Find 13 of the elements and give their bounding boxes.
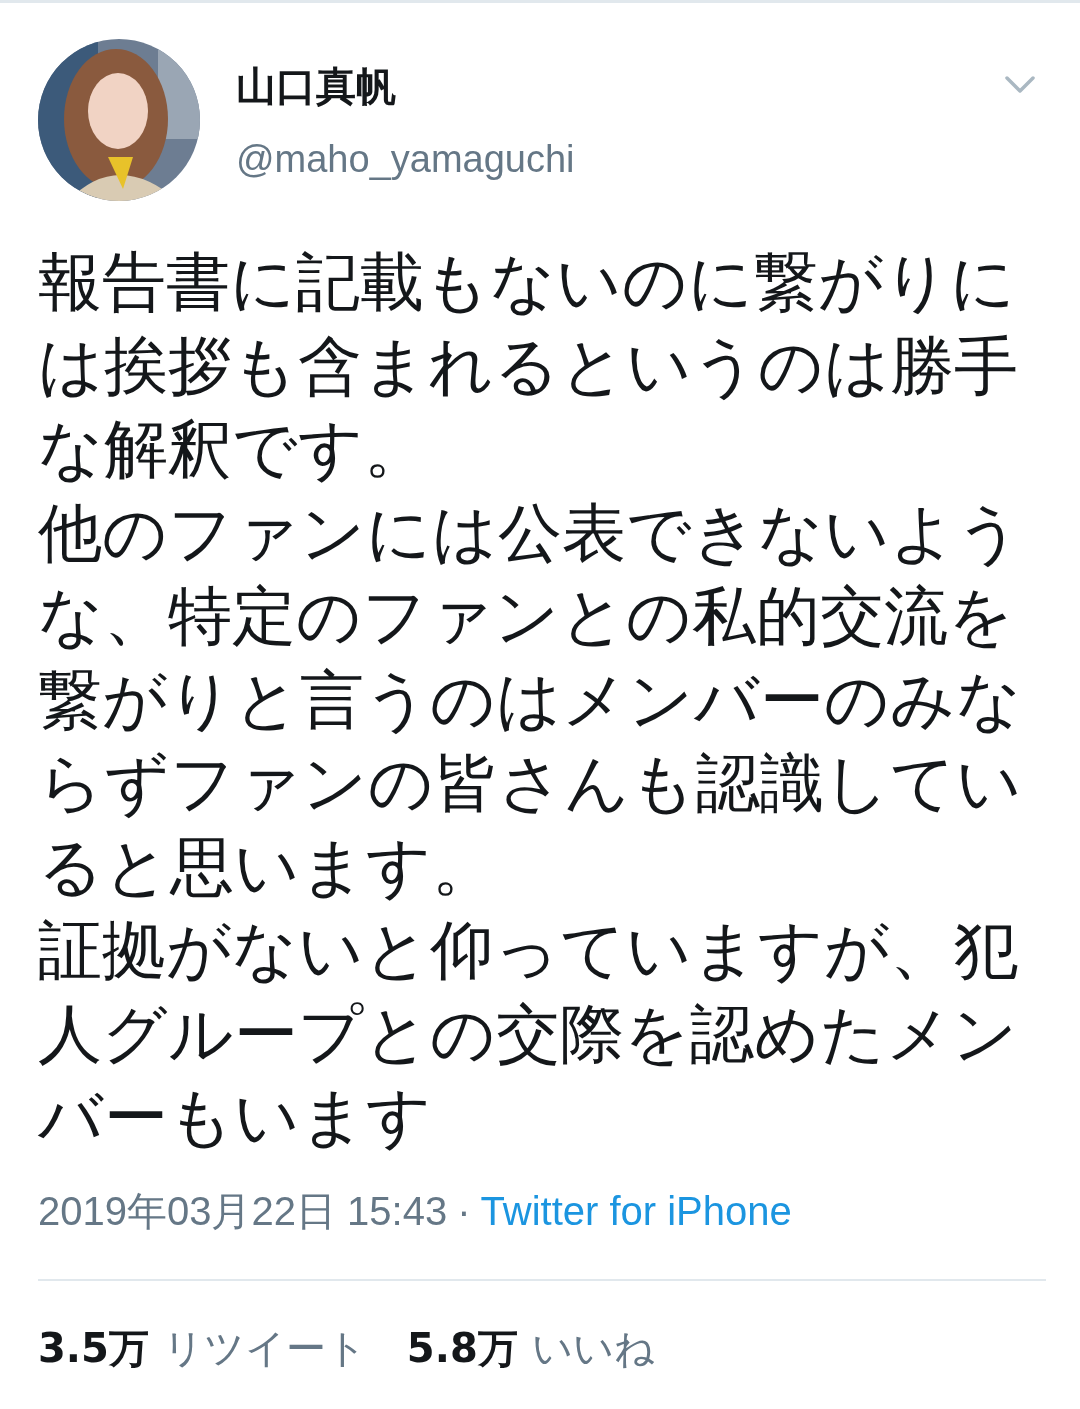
- stat-count[interactable]: 5.8万: [406, 1320, 518, 1376]
- source-link[interactable]: Twitter for iPhone: [480, 1188, 792, 1234]
- timestamp: 2019年03月22日 15:43: [38, 1187, 448, 1235]
- tweet-paragraph: 報告書に記載もないのに繋がりには挨拶も含まれるというのは勝手な解釈です。: [38, 244, 1019, 488]
- stat-label[interactable]: いいね: [531, 1320, 655, 1376]
- tweet-paragraph: 他のファンには公表できないような、特定のファンとの私的交流を繋がりと言うのはメンバーのみならずファンの皆さんも認識していると思います。: [38, 494, 1023, 906]
- stat-label[interactable]: リツイート: [162, 1320, 367, 1376]
- chevron-down-icon[interactable]: [1004, 75, 1036, 95]
- separator: ·: [457, 1188, 471, 1234]
- tweet-paragraph: 証拠がないと仰っていますが、犯人グループとの交際を認めたメンバーもいます: [38, 912, 1019, 1156]
- author-name[interactable]: 山口真帆: [236, 59, 396, 114]
- stat-count[interactable]: 3.5万: [38, 1320, 149, 1376]
- author-handle[interactable]: @maho_yamaguchi: [236, 138, 575, 181]
